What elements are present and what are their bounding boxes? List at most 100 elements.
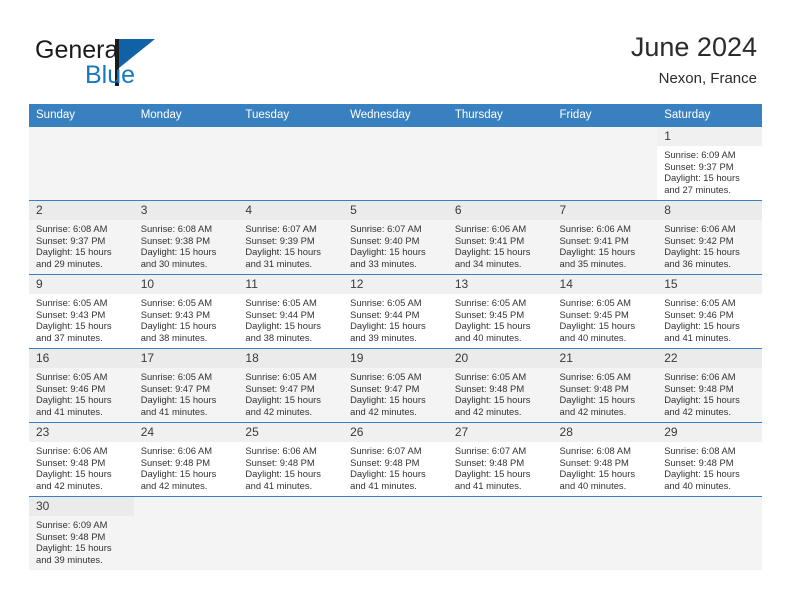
- sunset-time: Sunset: 9:48 PM: [140, 456, 211, 468]
- calendar-day-cell[interactable]: 28 Sunrise: 6:08 AM Sunset: 9:48 PM Dayligh…: [552, 422, 658, 497]
- daylight-duration-line1: Daylight: 15 hours: [664, 320, 740, 332]
- calendar-week-row: 16 Sunrise: 6:05 AM Sunset: 9:46 PM Dayligh…: [29, 348, 762, 423]
- general-blue-logo[interactable]: General Blue: [35, 36, 245, 94]
- calendar-week-row: 30 Sunrise: 6:09 AM Sunset: 9:48 PM Dayligh…: [29, 496, 762, 570]
- calendar-day-cell-empty: [552, 126, 658, 201]
- daylight-duration-line2: and 40 minutes.: [664, 479, 731, 491]
- sunrise-time: Sunrise: 6:05 AM: [140, 371, 213, 382]
- sunset-time: Sunset: 9:48 PM: [664, 382, 734, 394]
- calendar-day-cell[interactable]: 5 Sunrise: 6:07 AM Sunset: 9:40 PM Daylight…: [343, 200, 448, 275]
- daylight-duration-line2: and 41 minutes.: [36, 405, 103, 417]
- sunrise-time: Sunrise: 6:05 AM: [454, 297, 527, 308]
- daylight-duration-line1: Daylight: 15 hours: [559, 468, 636, 480]
- sunrise-time: Sunrise: 6:06 AM: [664, 223, 736, 234]
- day-number: 28: [552, 423, 658, 442]
- day-sun-details: Sunrise: 6:07 AM Sunset: 9:48 PM Daylight:…: [343, 442, 448, 491]
- day-number: 30: [29, 497, 134, 516]
- calendar-day-cell[interactable]: 24 Sunrise: 6:06 AM Sunset: 9:48 PM Dayligh…: [133, 422, 239, 497]
- day-sun-details: Sunrise: 6:06 AM Sunset: 9:41 PM Daylight:…: [448, 220, 553, 269]
- day-number: 25: [238, 423, 344, 442]
- calendar-day-cell[interactable]: 7 Sunrise: 6:06 AM Sunset: 9:41 PM Daylight…: [552, 200, 658, 275]
- calendar-day-cell-empty: [657, 496, 762, 570]
- day-sun-details: Sunrise: 6:08 AM Sunset: 9:38 PM Daylight:…: [134, 220, 239, 269]
- sunset-time: Sunset: 9:46 PM: [664, 308, 734, 320]
- day-sun-details: Sunrise: 6:05 AM Sunset: 9:46 PM Daylight:…: [29, 368, 134, 417]
- empty-cell-filler: [134, 497, 239, 570]
- calendar-day-cell[interactable]: 16 Sunrise: 6:05 AM Sunset: 9:46 PM Dayligh…: [29, 348, 134, 423]
- calendar-week-row: 23 Sunrise: 6:06 AM Sunset: 9:48 PM Dayligh…: [29, 422, 762, 497]
- day-number: 15: [657, 275, 762, 294]
- calendar-day-cell[interactable]: 15 Sunrise: 6:05 AM Sunset: 9:46 PM Dayligh…: [657, 274, 762, 349]
- sunset-time: Sunset: 9:48 PM: [350, 456, 420, 468]
- sunset-time: Sunset: 9:38 PM: [140, 234, 211, 246]
- daylight-duration-line1: Daylight: 15 hours: [245, 468, 321, 480]
- calendar-day-cell[interactable]: 20 Sunrise: 6:05 AM Sunset: 9:48 PM Dayligh…: [447, 348, 553, 423]
- calendar-day-cell[interactable]: 23 Sunrise: 6:06 AM Sunset: 9:48 PM Dayligh…: [29, 422, 134, 497]
- sunset-time: Sunset: 9:48 PM: [559, 456, 629, 468]
- weekday-header-tuesday: Tuesday: [238, 104, 344, 127]
- calendar-day-cell[interactable]: 2 Sunrise: 6:08 AM Sunset: 9:37 PM Daylight…: [29, 200, 134, 275]
- daylight-duration-line2: and 40 minutes.: [559, 331, 627, 343]
- calendar-day-cell[interactable]: 18 Sunrise: 6:05 AM Sunset: 9:47 PM Dayligh…: [238, 348, 344, 423]
- calendar-day-cell[interactable]: 13 Sunrise: 6:05 AM Sunset: 9:45 PM Dayligh…: [447, 274, 553, 349]
- sunset-time: Sunset: 9:39 PM: [245, 234, 315, 246]
- daylight-duration-line1: Daylight: 15 hours: [559, 320, 636, 332]
- daylight-duration-line2: and 31 minutes.: [245, 257, 313, 269]
- calendar-day-cell[interactable]: 6 Sunrise: 6:06 AM Sunset: 9:41 PM Daylight…: [447, 200, 553, 275]
- daylight-duration-line1: Daylight: 15 hours: [454, 394, 531, 406]
- sunrise-time: Sunrise: 6:09 AM: [664, 149, 736, 160]
- calendar-day-cell[interactable]: 27 Sunrise: 6:07 AM Sunset: 9:48 PM Dayligh…: [447, 422, 553, 497]
- day-number: 2: [29, 201, 134, 220]
- sunrise-time: Sunrise: 6:08 AM: [140, 223, 213, 234]
- calendar-day-cell[interactable]: 8 Sunrise: 6:06 AM Sunset: 9:42 PM Daylight…: [657, 200, 762, 275]
- day-sun-details: Sunrise: 6:05 AM Sunset: 9:43 PM Daylight:…: [29, 294, 134, 343]
- sunrise-time: Sunrise: 6:08 AM: [664, 445, 736, 456]
- calendar-day-cell[interactable]: 3 Sunrise: 6:08 AM Sunset: 9:38 PM Daylight…: [133, 200, 239, 275]
- calendar-day-cell[interactable]: 29 Sunrise: 6:08 AM Sunset: 9:48 PM Dayligh…: [657, 422, 762, 497]
- calendar-day-cell[interactable]: 26 Sunrise: 6:07 AM Sunset: 9:48 PM Dayligh…: [343, 422, 448, 497]
- daylight-duration-line1: Daylight: 15 hours: [454, 246, 531, 258]
- calendar-day-cell[interactable]: 25 Sunrise: 6:06 AM Sunset: 9:48 PM Dayligh…: [238, 422, 344, 497]
- page-title: June 2024: [630, 32, 757, 62]
- calendar-day-cell[interactable]: 11 Sunrise: 6:05 AM Sunset: 9:44 PM Dayligh…: [238, 274, 344, 349]
- day-sun-details: Sunrise: 6:08 AM Sunset: 9:48 PM Daylight:…: [553, 442, 658, 491]
- calendar-day-cell[interactable]: 10 Sunrise: 6:05 AM Sunset: 9:43 PM Dayligh…: [133, 274, 239, 349]
- calendar-day-cell[interactable]: 19 Sunrise: 6:05 AM Sunset: 9:47 PM Dayligh…: [343, 348, 448, 423]
- calendar-day-cell[interactable]: 14 Sunrise: 6:05 AM Sunset: 9:45 PM Dayligh…: [552, 274, 658, 349]
- daylight-duration-line2: and 39 minutes.: [36, 553, 103, 565]
- sunrise-time: Sunrise: 6:08 AM: [36, 223, 108, 234]
- daylight-duration-line2: and 33 minutes.: [350, 257, 417, 269]
- daylight-duration-line1: Daylight: 15 hours: [36, 468, 112, 480]
- sunset-time: Sunset: 9:44 PM: [245, 308, 315, 320]
- empty-cell-filler: [343, 497, 448, 570]
- day-number: 3: [133, 201, 239, 220]
- calendar-day-cell[interactable]: 30 Sunrise: 6:09 AM Sunset: 9:48 PM Dayligh…: [29, 496, 134, 570]
- sunset-time: Sunset: 9:46 PM: [36, 382, 106, 394]
- calendar-day-cell[interactable]: 9 Sunrise: 6:05 AM Sunset: 9:43 PM Daylight…: [29, 274, 134, 349]
- calendar-day-cell[interactable]: 17 Sunrise: 6:05 AM Sunset: 9:47 PM Dayligh…: [133, 348, 239, 423]
- title-block: June 2024 Nexon, France: [631, 30, 757, 90]
- daylight-duration-line2: and 30 minutes.: [140, 257, 208, 269]
- daylight-duration-line2: and 38 minutes.: [245, 331, 313, 343]
- daylight-duration-line1: Daylight: 15 hours: [36, 246, 112, 258]
- calendar-day-cell[interactable]: 4 Sunrise: 6:07 AM Sunset: 9:39 PM Daylight…: [238, 200, 344, 275]
- calendar-week-row: 2 Sunrise: 6:08 AM Sunset: 9:37 PM Daylight…: [29, 200, 762, 275]
- daylight-duration-line1: Daylight: 15 hours: [350, 394, 426, 406]
- day-number: 27: [447, 423, 553, 442]
- sunrise-time: Sunrise: 6:07 AM: [454, 445, 527, 456]
- daylight-duration-line2: and 42 minutes.: [140, 479, 208, 491]
- calendar-day-cell[interactable]: 12 Sunrise: 6:05 AM Sunset: 9:44 PM Dayligh…: [343, 274, 448, 349]
- calendar-day-cell-empty: [29, 126, 134, 201]
- calendar-week-row: 1 Sunrise: 6:09 AM Sunset: 9:37 PM Daylight…: [29, 126, 762, 201]
- sunrise-time: Sunrise: 6:05 AM: [245, 371, 317, 382]
- weekday-header-saturday: Saturday: [657, 104, 762, 127]
- daylight-duration-line1: Daylight: 15 hours: [36, 320, 112, 332]
- day-number: 13: [447, 275, 553, 294]
- day-number: 17: [133, 349, 239, 368]
- weekday-header-wednesday: Wednesday: [343, 104, 448, 127]
- calendar-day-cell[interactable]: 21 Sunrise: 6:05 AM Sunset: 9:48 PM Dayligh…: [552, 348, 658, 423]
- sunset-time: Sunset: 9:48 PM: [454, 382, 525, 394]
- calendar-day-cell[interactable]: 22 Sunrise: 6:06 AM Sunset: 9:48 PM Dayligh…: [657, 348, 762, 423]
- daylight-duration-line1: Daylight: 15 hours: [664, 172, 740, 184]
- calendar-day-cell[interactable]: 1 Sunrise: 6:09 AM Sunset: 9:37 PM Daylight…: [657, 126, 762, 201]
